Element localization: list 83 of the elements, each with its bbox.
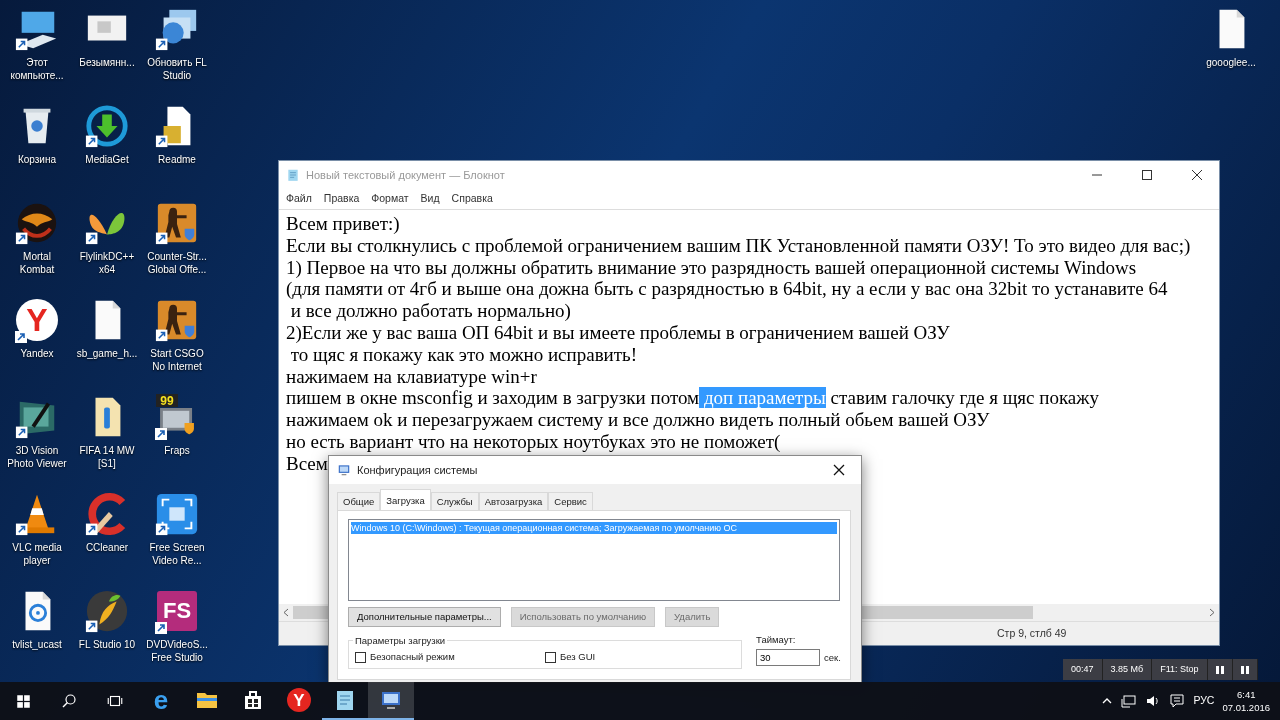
close-icon[interactable] (1191, 169, 1203, 181)
notepad-icon (286, 168, 300, 182)
dialog-button[interactable]: Дополнительные параметры... (348, 607, 501, 627)
network-icon[interactable] (1121, 693, 1138, 709)
app-logo[interactable]: 99 (156, 394, 178, 407)
desktop-icon-label[interactable]: FL Studio 10 (76, 638, 138, 651)
desktop-icon-label[interactable]: FlylinkDC++ x64 (76, 250, 138, 276)
desktop-icon-label[interactable]: 3D Vision Photo Viewer (6, 444, 68, 470)
desktop-icon-label[interactable]: Yandex (6, 347, 68, 360)
menu-item[interactable]: Справка (446, 191, 498, 207)
app-logo: Y (287, 688, 311, 712)
tab[interactable]: Общие (337, 492, 381, 510)
desktop-icon-label[interactable]: Корзина (6, 153, 68, 166)
desktop-icon-label[interactable]: sb_game_h... (76, 347, 138, 360)
checkbox-label[interactable]: Без GUI (560, 650, 596, 665)
desktop-icon-label[interactable]: CCleaner (76, 541, 138, 554)
fruit-logo-icon[interactable] (84, 588, 130, 634)
text-line: но есть вариант что на некоторых ноутбуках это не поможет( (286, 430, 781, 453)
notification-icon[interactable] (1169, 693, 1186, 709)
text-line: 2)Если же у вас ваша ОП 64bit и вы имеете проблемы в ограничением вашей ОЗУ (286, 322, 950, 344)
status-text: Стр 9, стлб 49 (997, 625, 1067, 641)
text-line: Всем (286, 452, 328, 475)
checkbox[interactable] (545, 651, 556, 663)
tab[interactable]: Сервис (548, 492, 593, 510)
window-title: Конфигурация системы (357, 462, 478, 478)
menu-item[interactable]: Вид (415, 191, 445, 207)
text-line: Если вы столкнулись с проблемой ограничением вашим ПК Установленной памяти ОЗУ! То это видео для вас;) (286, 234, 1191, 257)
text-line: (для памяти от 4гб и выше она дожна быть с разрядностью в 64bit, ну а если у вас она 32bit то устанавите 64 (286, 278, 1168, 301)
desktop-icon-label[interactable]: Counter-Str... Global Offe... (146, 250, 208, 276)
text-line: пишем в окне msconfig и заходим в загрузки потом доп параметры ставим галочку где я щяс покажу (286, 387, 1099, 410)
desktop-icon-label[interactable]: DVDVideoS... Free Studio (146, 638, 208, 664)
desktop-icon-label[interactable]: Fraps (146, 444, 208, 457)
tab[interactable]: Автозагрузка (478, 492, 549, 510)
close-icon[interactable] (833, 464, 845, 476)
menu-item[interactable]: Формат (366, 191, 414, 207)
desktop-icon-label[interactable]: Readme (146, 153, 208, 166)
menu-item[interactable]: Файл (281, 191, 317, 207)
text-line: нажимаем на клавиатуре win+r (286, 365, 537, 388)
text-line: то щяс я покажу как это можно исправить! (289, 343, 638, 366)
desktop-icon-label[interactable]: tvlist_ucast (6, 638, 68, 651)
text-line: Всем привет:) (286, 213, 400, 235)
tab[interactable]: Службы (430, 492, 479, 510)
tab[interactable]: Загрузка (380, 489, 431, 510)
checkbox[interactable] (355, 651, 366, 663)
taskbar-app[interactable] (368, 682, 414, 720)
desktop-icon-label[interactable]: Этот компьюте... (6, 56, 68, 82)
taskbar-app[interactable]: e (138, 682, 184, 720)
download-icon[interactable] (84, 103, 130, 149)
taskbar-app[interactable]: Y (276, 682, 322, 720)
maximize-icon[interactable] (1141, 169, 1153, 181)
field-label: Таймаут: (756, 633, 797, 647)
checkbox-label[interactable]: Безопасный режим (370, 650, 455, 665)
screen-capture-icon[interactable] (154, 491, 200, 537)
elapsed-time: 00:47 (1063, 659, 1103, 680)
pause-icon[interactable] (1239, 664, 1250, 675)
language-indicator[interactable]: РУС (1193, 693, 1215, 709)
timeout-field[interactable]: 30 (756, 649, 820, 667)
text-line: 1) Первое на что вы должны обратить внимание это разрядность вашей операционной системы Windows (286, 256, 1137, 279)
desktop-icon-label[interactable]: goooglee... (1200, 56, 1262, 69)
desktop-icon-label[interactable]: Mortal Kombat (6, 250, 68, 276)
window-title: Новый текстовый документ — Блокнот (306, 167, 505, 183)
desktop-icon-label[interactable]: VLC media player (6, 541, 68, 567)
app-logo[interactable]: FS (157, 591, 197, 631)
pause-icon[interactable] (1214, 664, 1225, 675)
unit-label: сек. (824, 650, 841, 665)
file-size: 3.85 Мб (1102, 659, 1153, 680)
menu-item[interactable]: Правка (318, 191, 365, 207)
desktop-icon-label[interactable]: MediaGet (76, 153, 138, 166)
text-line: и все должно работать нормально) (289, 300, 571, 322)
desktop-icon-label[interactable]: Безымянн... (76, 56, 138, 69)
text-line: нажимаем ok и перезагружаем систему и все должно видеть полный обьем вашей ОЗУ (286, 409, 990, 431)
clock-time[interactable]: 6:41 (1236, 688, 1256, 701)
desktop-icon-label[interactable]: Free Screen Video Re... (146, 541, 208, 567)
app-logo[interactable]: Y (16, 299, 58, 341)
desktop-icon-label[interactable]: Start CSGO No Internet (146, 347, 208, 373)
desktop-icon-label[interactable]: Обновить FL Studio (146, 56, 208, 82)
hotkey-hint: F11: Stop (1152, 659, 1208, 680)
app-logo: e (152, 688, 170, 712)
search-icon[interactable] (60, 692, 78, 710)
windows-logo-icon[interactable] (15, 693, 31, 709)
desktop-icon-label[interactable]: FIFA 14 MW [S1] (76, 444, 138, 470)
monitor-icon (337, 463, 351, 477)
clock-date[interactable]: 07.01.2016 (1222, 701, 1270, 714)
